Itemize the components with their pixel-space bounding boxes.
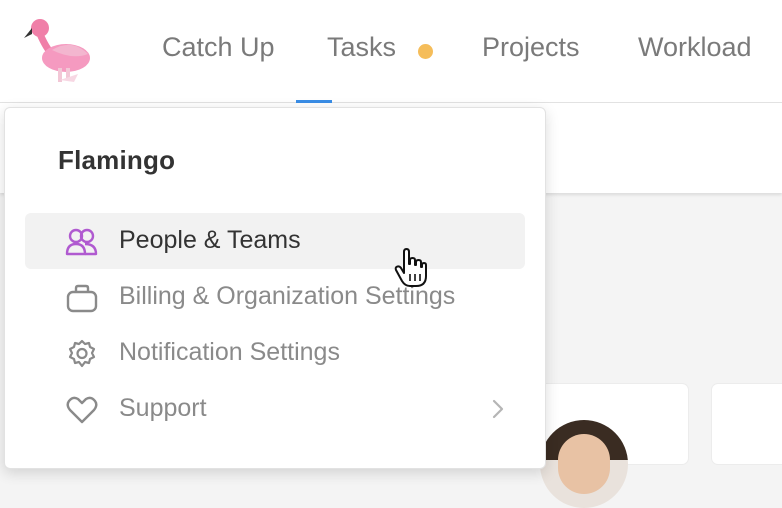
tasks-notification-dot [418,44,433,59]
avatar-face [558,434,610,494]
organization-name: Flamingo [58,145,176,175]
top-navigation-bar: Catch Up Tasks Projects Workload [0,0,782,104]
menu-item-label: Support [119,394,207,422]
member-card[interactable] [712,384,782,464]
menu-item-support[interactable]: Support [25,381,525,437]
gear-icon [68,339,96,368]
menu-item-billing-organization-settings[interactable]: Billing & Organization Settings [25,269,525,325]
nav-projects[interactable]: Projects [482,32,580,63]
nav-tasks[interactable]: Tasks [327,32,396,63]
menu-item-label: Notification Settings [119,338,340,366]
avatar [540,420,628,508]
nav-workload[interactable]: Workload [638,32,752,63]
organization-dropdown-menu: Flamingo People & Teams Billing & Organi… [4,107,546,469]
nav-catch-up[interactable]: Catch Up [162,32,275,63]
menu-item-notification-settings[interactable]: Notification Settings [25,325,525,381]
people-icon [65,228,98,256]
menu-item-label: People & Teams [119,226,301,254]
menu-item-people-teams[interactable]: People & Teams [25,213,525,269]
chevron-right-icon [492,399,504,419]
briefcase-icon [66,284,98,313]
hand-pointer-cursor-icon [394,248,427,287]
heart-icon [66,396,98,424]
flamingo-logo-icon[interactable] [22,14,94,84]
